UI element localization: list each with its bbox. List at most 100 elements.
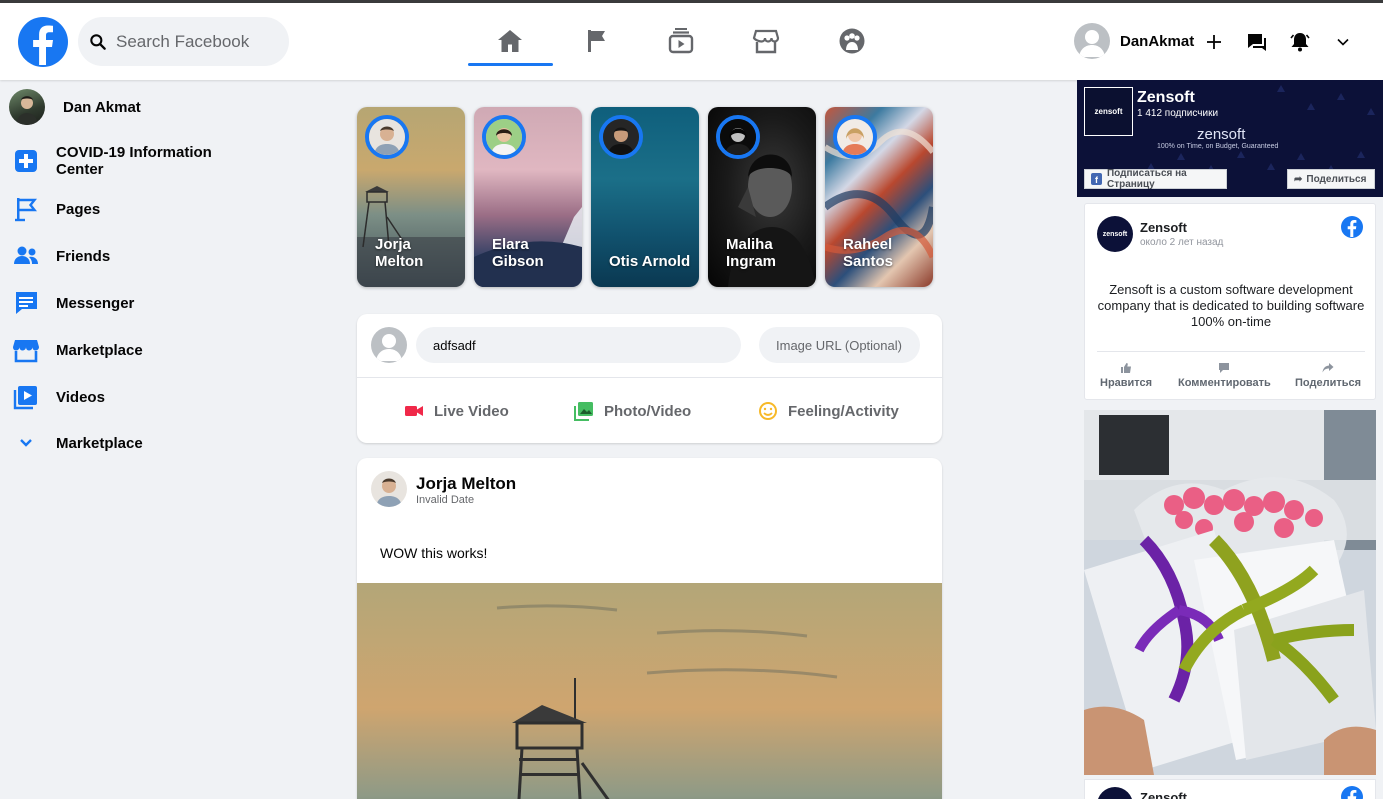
sidebar-item-pages[interactable]: Pages bbox=[8, 191, 246, 227]
sidebar-item-videos[interactable]: Videos bbox=[8, 379, 246, 415]
nav-watch[interactable] bbox=[661, 23, 701, 59]
story-name: Maliha Ingram bbox=[726, 236, 777, 270]
notifications-button[interactable] bbox=[1287, 29, 1313, 55]
video-icon bbox=[13, 386, 37, 410]
nav-groups[interactable] bbox=[832, 23, 872, 59]
story-card[interactable]: Otis Arnold bbox=[591, 107, 699, 287]
sidebar-item-messenger[interactable]: Messenger bbox=[8, 285, 246, 321]
search-icon bbox=[90, 33, 106, 50]
feed-post: Jorja Melton Invalid Date WOW this works… bbox=[357, 458, 942, 799]
post-text-input[interactable] bbox=[416, 327, 741, 363]
post-image[interactable] bbox=[357, 583, 942, 799]
story-name: Otis Arnold bbox=[609, 253, 691, 270]
facebook-logo-icon[interactable] bbox=[18, 17, 68, 67]
story-name: Elara Gibson bbox=[492, 236, 544, 270]
post-time[interactable]: около 2 лет назад bbox=[1140, 237, 1223, 248]
chevron-down-icon bbox=[1337, 38, 1349, 46]
sidebar-item-profile[interactable]: Dan Akmat bbox=[9, 89, 253, 125]
create-button[interactable] bbox=[1201, 29, 1227, 55]
story-name: Jorja Melton bbox=[375, 236, 424, 270]
story-avatar bbox=[365, 115, 409, 159]
header-avatar[interactable] bbox=[1074, 23, 1110, 59]
story-avatar bbox=[599, 115, 643, 159]
photo-icon bbox=[574, 402, 593, 421]
divider bbox=[1097, 351, 1365, 352]
story-avatar bbox=[833, 115, 877, 159]
flag-icon bbox=[15, 198, 37, 222]
composer-avatar bbox=[371, 327, 407, 363]
post-author-name[interactable]: Jorja Melton bbox=[416, 474, 516, 494]
post-text: Zensoft is a custom software development… bbox=[1097, 282, 1365, 329]
nav-pages[interactable] bbox=[576, 23, 616, 59]
brand-tagline: 100% on Time, on Budget, Guaranteed bbox=[1157, 143, 1279, 150]
comment-button[interactable]: Комментировать bbox=[1178, 362, 1271, 389]
page-name[interactable]: Zensoft bbox=[1137, 89, 1195, 107]
image-url-input[interactable] bbox=[759, 327, 920, 363]
comment-icon bbox=[1219, 363, 1230, 373]
like-button[interactable]: Нравится bbox=[1100, 362, 1152, 389]
page-plugin-banner[interactable]: zensoft Zensoft 1 412 подписчики zensoft… bbox=[1077, 80, 1383, 197]
marketplace-icon bbox=[13, 340, 39, 363]
sidebar-item-label: Friends bbox=[56, 247, 111, 265]
follow-page-button[interactable]: f Подписаться на Страницу bbox=[1084, 168, 1227, 190]
flowers-gift-image[interactable] bbox=[1084, 410, 1376, 775]
smiley-icon bbox=[759, 402, 777, 420]
flag-icon bbox=[588, 30, 605, 52]
top-navbar: DanAkmat bbox=[0, 3, 1383, 80]
video-camera-icon bbox=[405, 406, 423, 416]
story-card[interactable]: Raheel Santos bbox=[825, 107, 933, 287]
chevron-down-icon bbox=[20, 439, 32, 447]
plus-icon bbox=[1207, 35, 1221, 49]
sidebar-item-label: Messenger bbox=[56, 294, 135, 312]
story-avatar bbox=[716, 115, 760, 159]
sidebar-item-see-more[interactable]: Marketplace bbox=[8, 425, 246, 461]
story-card[interactable]: Elara Gibson bbox=[474, 107, 582, 287]
search-box[interactable] bbox=[78, 17, 289, 66]
live-video-button[interactable]: Live Video bbox=[404, 396, 509, 426]
page-plugin-post: zensoft Zensoft около 2 лет назад Zensof… bbox=[1084, 203, 1376, 400]
messenger-button[interactable] bbox=[1244, 29, 1270, 55]
share-page-button[interactable]: ➦ Поделиться bbox=[1287, 169, 1375, 189]
brand-wordmark: zensoft bbox=[1197, 126, 1246, 143]
account-menu-button[interactable] bbox=[1330, 29, 1356, 55]
sidebar-item-label: Marketplace bbox=[56, 341, 143, 359]
facebook-icon: f bbox=[1091, 173, 1102, 185]
friends-icon bbox=[14, 246, 38, 264]
sidebar-item-marketplace[interactable]: Marketplace bbox=[8, 332, 246, 368]
zensoft-avatar[interactable] bbox=[1097, 787, 1133, 799]
sidebar-item-covid[interactable]: COVID-19 Information Center bbox=[8, 143, 246, 179]
facebook-icon[interactable] bbox=[1341, 786, 1363, 799]
chat-icon bbox=[1248, 34, 1266, 51]
post-text: WOW this works! bbox=[380, 545, 488, 561]
search-input[interactable] bbox=[116, 31, 286, 52]
post-composer: Live Video Photo/Video Feeling/Activity bbox=[357, 314, 942, 443]
share-arrow-icon: ➦ bbox=[1294, 173, 1303, 185]
plus-square-icon bbox=[15, 150, 37, 172]
active-tab-indicator bbox=[468, 63, 553, 66]
marketplace-icon bbox=[752, 29, 780, 54]
post-page-name[interactable]: Zensoft bbox=[1140, 790, 1187, 799]
thumbs-up-icon bbox=[1121, 363, 1132, 373]
post-page-name[interactable]: Zensoft bbox=[1140, 220, 1187, 235]
nav-marketplace[interactable] bbox=[746, 23, 786, 59]
photo-video-button[interactable]: Photo/Video bbox=[574, 396, 691, 426]
sidebar-item-friends[interactable]: Friends bbox=[8, 238, 246, 274]
profile-avatar bbox=[9, 89, 45, 125]
sidebar-item-label: Marketplace bbox=[56, 434, 143, 452]
share-icon bbox=[1322, 363, 1334, 373]
story-card[interactable]: Jorja Melton bbox=[357, 107, 465, 287]
header-username[interactable]: DanAkmat bbox=[1120, 33, 1194, 50]
sidebar-item-label: COVID-19 Information Center bbox=[56, 144, 212, 178]
nav-home[interactable] bbox=[490, 23, 530, 59]
share-button[interactable]: Поделиться bbox=[1295, 362, 1361, 389]
subscriber-count: 1 412 подписчики bbox=[1137, 108, 1219, 119]
sidebar-item-label: Pages bbox=[56, 200, 101, 218]
feeling-activity-button[interactable]: Feeling/Activity bbox=[758, 396, 899, 426]
post-date[interactable]: Invalid Date bbox=[416, 494, 474, 506]
zensoft-avatar[interactable]: zensoft bbox=[1097, 216, 1133, 252]
facebook-icon[interactable] bbox=[1341, 216, 1363, 238]
post-author-avatar[interactable] bbox=[371, 471, 407, 507]
story-card[interactable]: Maliha Ingram bbox=[708, 107, 816, 287]
story-name: Raheel Santos bbox=[843, 236, 894, 270]
bell-icon bbox=[1290, 33, 1310, 52]
